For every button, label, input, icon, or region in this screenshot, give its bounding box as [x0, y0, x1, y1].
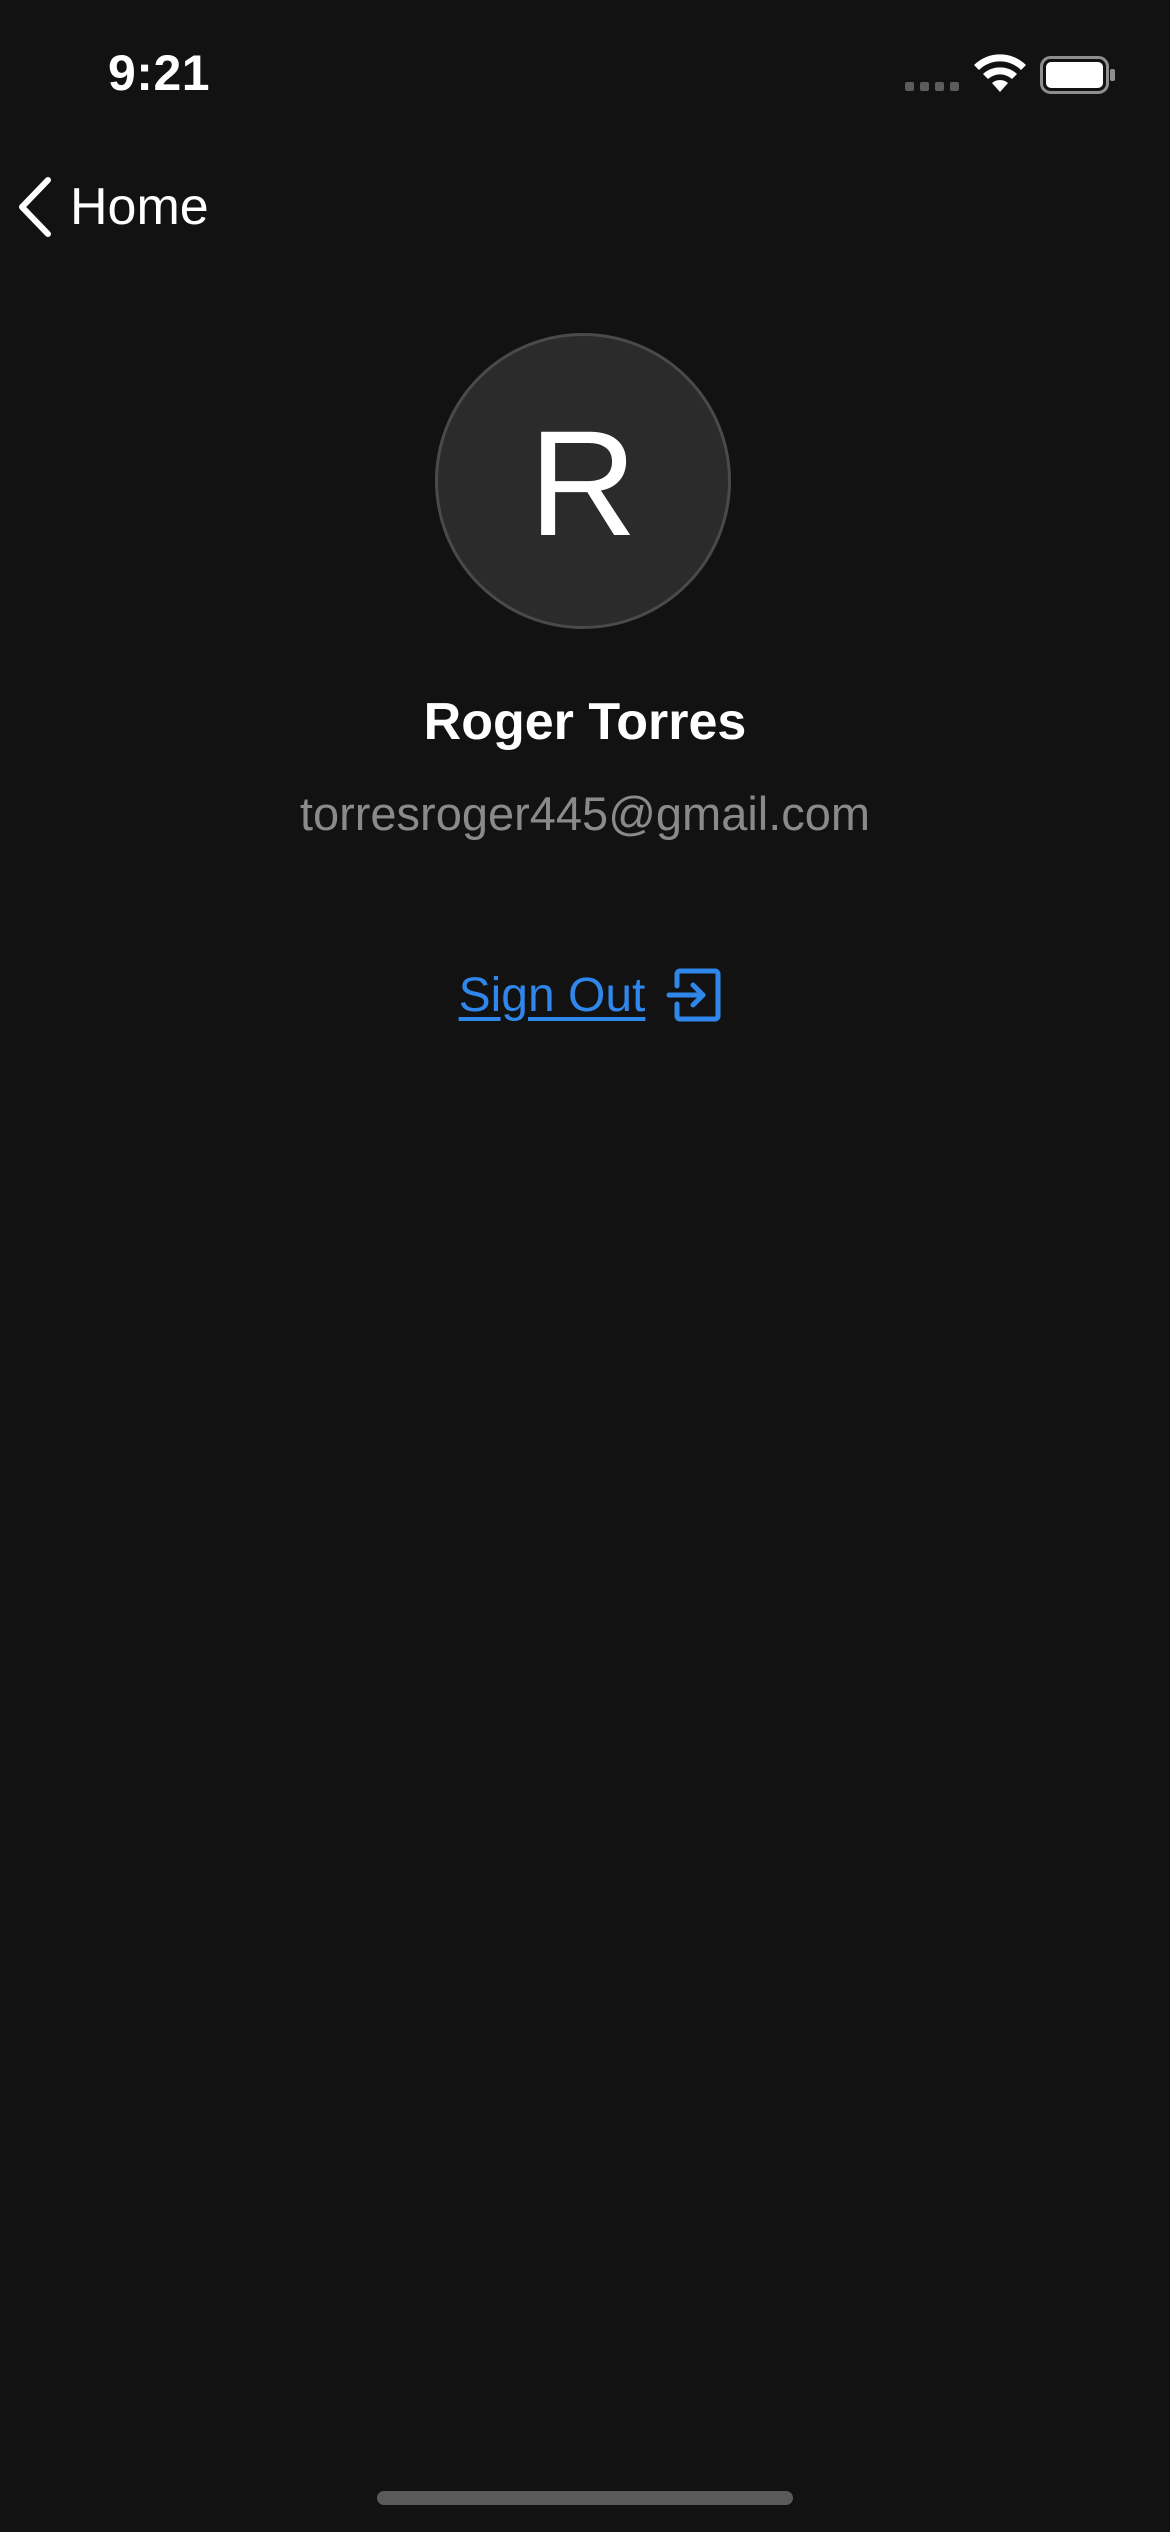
back-button-label: Home [70, 178, 209, 236]
profile-email: torresroger445@gmail.com [299, 787, 871, 840]
chevron-left-icon [19, 177, 51, 237]
avatar-initial: R [528, 399, 638, 567]
profile-name: Roger Torres [423, 693, 747, 751]
status-time: 9:21 [108, 45, 211, 101]
sign-out-label: Sign Out [458, 968, 646, 1022]
avatar: R [435, 333, 731, 629]
battery-icon [1040, 56, 1115, 94]
cellular-signal-icon [905, 82, 959, 91]
home-indicator[interactable] [377, 2491, 793, 2505]
sign-out-row: Sign Out [0, 960, 1170, 1030]
sign-out-icon [665, 966, 723, 1024]
back-button[interactable]: Home [16, 172, 209, 242]
sign-out-button[interactable]: Sign Out [459, 966, 724, 1024]
status-bar: 9:21 [0, 0, 1170, 150]
wifi-icon [974, 54, 1026, 92]
